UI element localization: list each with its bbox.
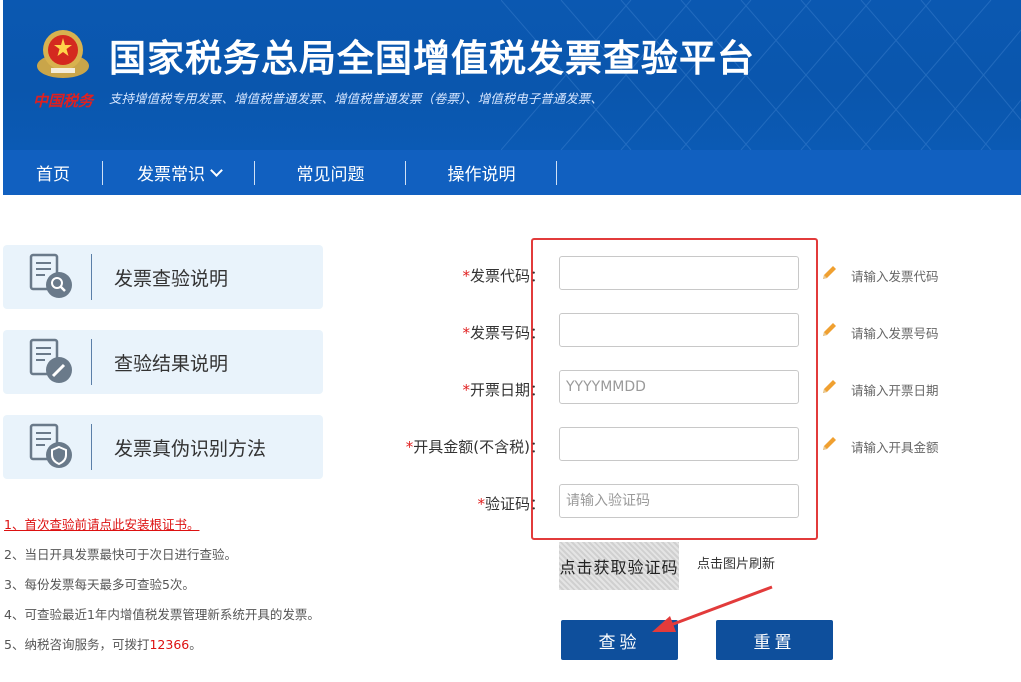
brand-signature: 中国税务: [33, 92, 94, 110]
card-result-guide[interactable]: 查验结果说明: [3, 330, 323, 394]
required-mark: *: [462, 381, 470, 399]
field-label: *发票号码: [462, 322, 530, 343]
card-authenticity-guide[interactable]: 发票真伪识别方法: [3, 415, 323, 479]
card-label: 查验结果说明: [114, 352, 229, 375]
required-mark: *: [462, 267, 470, 285]
note-4: 4、可查验最近1年内增值税发票管理新系统开具的发票。: [4, 607, 320, 622]
note-5: 5、纳税咨询服务，可拨打12366。: [4, 630, 320, 660]
field-label-text: 发票代码: [469, 267, 530, 285]
field-label: *开票日期: [462, 379, 530, 400]
field-colon: ：: [530, 267, 546, 285]
row-issue-date: *开票日期 ： 请输入开票日期: [380, 370, 980, 408]
row-captcha: *验证码 ：: [380, 484, 980, 522]
main-nav: 首页 发票常识 常见问题 操作说明: [3, 150, 1021, 195]
amount-input[interactable]: [559, 427, 799, 461]
pencil-icon: [823, 266, 836, 279]
invoice-number-input[interactable]: [559, 313, 799, 347]
pencil-icon: [823, 323, 836, 336]
note-text: 5、纳税咨询服务，可拨打: [4, 637, 150, 652]
site-subtitle: 支持增值税专用发票、增值税普通发票、增值税普通发票（卷票）、增值税电子普通发票、: [109, 91, 603, 106]
shield-document-icon: [29, 423, 72, 468]
field-colon: ：: [530, 324, 546, 342]
field-colon: ：: [530, 438, 546, 456]
nav-invoice-knowledge[interactable]: 发票常识: [103, 150, 255, 195]
nav-label: 操作说明: [447, 165, 516, 185]
issue-date-input[interactable]: [559, 370, 799, 404]
pencil-icon: [823, 437, 836, 450]
row-invoice-number: *发票号码 ： 请输入发票号码: [380, 313, 980, 351]
site-title: 国家税务总局全国增值税发票查验平台: [109, 37, 755, 80]
field-hint: 请输入开具金额: [851, 440, 939, 455]
card-invoice-check-guide[interactable]: 发票查验说明: [3, 245, 323, 309]
magnifier-document-icon: [29, 253, 72, 298]
field-label-text: 开票日期: [469, 381, 530, 399]
captcha-refresh-link[interactable]: 点击图片刷新: [697, 553, 775, 572]
note-1[interactable]: 1、首次查验前请点此安装根证书。: [4, 510, 320, 540]
note-2: 2、当日开具发票最快可于次日进行查验。: [4, 547, 237, 562]
chevron-down-icon: [210, 164, 223, 177]
field-hint: 请输入发票号码: [851, 326, 939, 341]
pencil-document-icon: [29, 338, 72, 383]
pencil-icon: [823, 380, 836, 393]
row-invoice-code: *发票代码 ： 请输入发票代码: [380, 256, 980, 294]
tax-emblem-icon: [37, 30, 89, 78]
nav-home[interactable]: 首页: [3, 150, 103, 195]
install-cert-link[interactable]: 1、首次查验前请点此安装根证书。: [4, 517, 199, 532]
nav-instructions[interactable]: 操作说明: [406, 150, 557, 195]
field-colon: ：: [530, 381, 546, 399]
invoice-code-input[interactable]: [559, 256, 799, 290]
nav-label: 首页: [36, 165, 70, 185]
field-hint: 请输入开票日期: [851, 383, 939, 398]
field-label-text: 发票号码: [469, 324, 530, 342]
field-label: *开具金额(不含税): [406, 436, 530, 457]
field-label-text: 验证码: [484, 495, 530, 513]
nav-label: 发票常识: [137, 165, 205, 185]
field-label: *发票代码: [462, 265, 530, 286]
annotation-arrow-icon: [652, 585, 773, 632]
required-mark: *: [477, 495, 485, 513]
nav-label: 常见问题: [296, 165, 365, 185]
card-label: 发票查验说明: [114, 267, 229, 290]
field-colon: ：: [530, 495, 546, 513]
row-amount: *开具金额(不含税) ： 请输入开具金额: [380, 427, 980, 465]
note-3: 3、每份发票每天最多可查验5次。: [4, 577, 195, 592]
captcha-input[interactable]: [559, 484, 799, 518]
required-mark: *: [462, 324, 470, 342]
field-hint: 请输入发票代码: [851, 269, 939, 284]
note-text: 。: [189, 637, 202, 652]
card-label: 发票真伪识别方法: [114, 437, 267, 460]
field-label: *验证码: [477, 493, 530, 514]
hotline-number: 12366: [149, 637, 190, 652]
header-banner: 中国税务 国家税务总局全国增值税发票查验平台 支持增值税专用发票、增值税普通发票…: [3, 0, 1021, 150]
field-label-text: 开具金额(不含税): [413, 438, 530, 456]
nav-faq[interactable]: 常见问题: [255, 150, 406, 195]
notes-list: 1、首次查验前请点此安装根证书。 2、当日开具发票最快可于次日进行查验。 3、每…: [4, 510, 320, 660]
